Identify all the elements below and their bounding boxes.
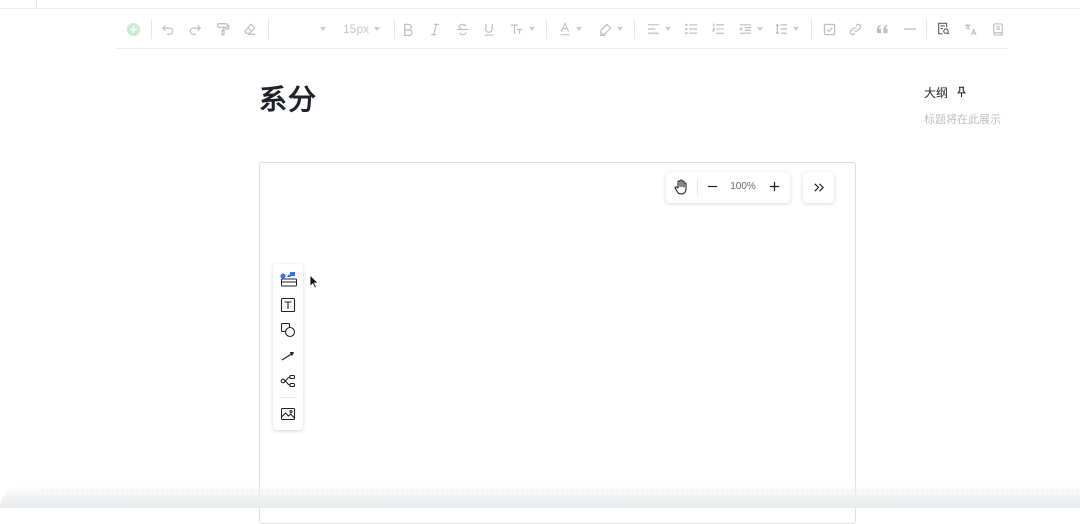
heading-select[interactable] [276,20,326,38]
redo-icon[interactable] [188,20,202,38]
italic-icon[interactable] [429,20,441,38]
chevron-down-icon [576,27,582,31]
zoom-in-icon[interactable] [768,180,781,198]
zoom-divider [697,179,698,196]
chevron-down-icon [665,27,671,31]
add-icon[interactable] [126,20,141,38]
mindmap-icon[interactable] [280,373,296,389]
divider-icon[interactable] [904,20,916,38]
text-style-icon[interactable] [510,20,535,38]
align-icon[interactable] [647,20,671,38]
chevron-down-icon [320,27,326,31]
translate-icon[interactable] [964,20,977,38]
editor-toolbar: 15px [116,9,1008,49]
mouse-cursor-icon [309,273,320,294]
connector-icon[interactable] [280,348,296,364]
toolbar-divider [151,19,152,39]
strikethrough-icon[interactable] [456,20,469,38]
bottom-texture [40,488,1080,494]
expand-button[interactable] [803,172,834,203]
top-strip [0,0,1080,9]
undo-icon[interactable] [161,20,175,38]
chevron-down-icon [757,27,763,31]
template-icon[interactable] [280,271,297,287]
whiteboard-canvas[interactable] [259,162,856,524]
toolbar-divider [268,19,269,39]
quote-icon[interactable] [876,20,889,38]
chevron-down-icon [374,27,381,31]
outline-title: 大纲 [924,86,949,100]
bold-icon[interactable] [402,20,414,38]
double-chevron-right-icon [814,183,824,192]
image-icon[interactable] [280,406,296,422]
chevron-down-icon [617,27,623,31]
toolbar-divider [394,19,395,39]
font-size-select[interactable]: 15px [343,20,381,38]
highlight-icon[interactable] [599,20,623,38]
tool-divider [279,397,297,398]
toolbar-divider [634,19,635,39]
toolbar-divider [926,19,927,39]
zoom-controls: 100% [666,172,790,203]
top-divider [36,0,37,8]
toolbar-divider [811,19,812,39]
shape-icon[interactable] [280,322,296,338]
page-title[interactable]: 系分 [259,78,317,118]
pin-icon[interactable] [956,85,967,103]
checkbox-icon[interactable] [823,20,836,38]
zoom-out-icon[interactable] [706,180,719,198]
outline-placeholder: 标题将在此展示 [924,114,1001,126]
eraser-icon[interactable] [243,20,257,38]
format-painter-icon[interactable] [216,20,230,38]
bottom-panel-edge [0,486,1080,508]
text-box-icon[interactable] [280,297,296,313]
font-size-value: 15px [343,22,370,36]
whiteboard-toolbar [273,264,303,430]
link-icon[interactable] [849,20,862,38]
book-icon[interactable] [992,20,1004,38]
line-spacing-icon[interactable] [775,20,799,38]
find-icon[interactable] [937,20,950,38]
indent-icon[interactable] [739,20,763,38]
toolbar-divider [546,19,547,39]
chevron-down-icon [793,27,799,31]
zoom-level[interactable]: 100% [728,181,758,192]
underline-icon[interactable] [483,20,495,38]
numbered-list-icon[interactable] [712,20,725,38]
font-color-icon[interactable] [559,20,582,38]
chevron-down-icon [529,27,535,31]
bullet-list-icon[interactable] [685,20,698,38]
hand-tool-icon[interactable] [674,179,688,200]
